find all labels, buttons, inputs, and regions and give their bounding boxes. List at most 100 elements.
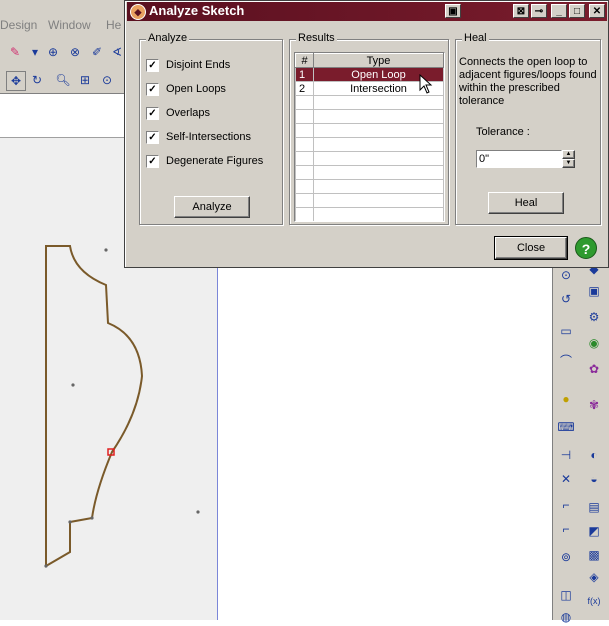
option-label: Degenerate Figures <box>166 155 264 167</box>
table-row-empty <box>295 137 444 152</box>
tolerance-label: Tolerance : <box>476 126 530 138</box>
analyze-sketch-dialog: ◆ Analyze Sketch ▣ ⊠ ⊸ _ □ ✕ Analyze ✓ D… <box>124 0 609 268</box>
sweep-icon[interactable]: ⚙ <box>585 308 603 326</box>
cylinder-icon[interactable]: ◒ <box>585 470 603 488</box>
chamfer-2d-icon[interactable]: ⌐ <box>557 520 575 538</box>
constraint-tool-icon[interactable]: ⊕ <box>44 43 62 61</box>
torus-icon[interactable]: ▩ <box>585 546 603 564</box>
minimize-icon[interactable]: _ <box>551 4 567 18</box>
dimension-tool-icon[interactable]: ⊗ <box>66 43 84 61</box>
checkbox-degenerate-figures[interactable]: ✓ <box>146 155 159 168</box>
polygon-tool-icon[interactable]: ⌒ <box>557 352 575 370</box>
heal-group: Heal Connects the open loop to adjacent … <box>455 32 601 225</box>
point-tool-icon[interactable]: ● <box>557 390 575 408</box>
results-header-row: # Type <box>295 53 444 68</box>
blend-icon[interactable]: ✾ <box>585 396 603 414</box>
restore-icon[interactable]: ▣ <box>445 4 461 18</box>
text-tool-icon[interactable]: ⌨ <box>557 418 575 436</box>
zoom-in-icon[interactable]: 🔍︎ <box>54 71 72 89</box>
right-toolbar: ⊙ ◆ ▣ ↺ ⚙ ▭ ◉ ⌒ ✿ ● ✾ ⌨ ⊣ ◐ ✕ ◒ ⌐ ▤ ⌐ ◩ … <box>552 258 609 624</box>
checkbox-disjoint-ends[interactable]: ✓ <box>146 59 159 72</box>
tolerance-field[interactable]: 0" <box>476 150 562 168</box>
analyze-group-legend: Analyze <box>146 32 190 44</box>
spin-down-icon[interactable]: ▼ <box>562 159 575 168</box>
circle-tool-icon[interactable]: ⊙ <box>557 266 575 284</box>
results-group-legend: Results <box>296 32 337 44</box>
toolbar-top: ✎ ▾ ⊕ ⊗ ✐ ∢ <box>0 38 130 66</box>
table-row-empty <box>295 207 444 221</box>
table-row-empty <box>295 151 444 166</box>
col-num-header[interactable]: # <box>295 53 314 68</box>
checkbox-overlaps[interactable]: ✓ <box>146 107 159 120</box>
sketch-point[interactable] <box>71 383 75 387</box>
col-type-header[interactable]: Type <box>313 53 444 68</box>
loft-icon[interactable]: ◉ <box>585 334 603 352</box>
dialog-titlebar[interactable]: ◆ Analyze Sketch ▣ ⊠ ⊸ _ □ ✕ <box>127 2 607 21</box>
pan-icon[interactable]: ✥ <box>6 71 26 91</box>
table-row-empty <box>295 123 444 138</box>
app-titlebar-strip <box>0 0 130 14</box>
table-row-empty <box>295 95 444 110</box>
option-label: Overlaps <box>166 107 211 119</box>
table-row-empty <box>295 109 444 124</box>
revolve-icon[interactable]: ▣ <box>585 282 603 300</box>
mirror-icon[interactable]: ◫ <box>557 586 575 604</box>
close-button[interactable]: Close <box>494 236 568 260</box>
analyze-group: Analyze ✓ Disjoint Ends ✓ Open Loops ✓ O… <box>139 32 283 225</box>
checkbox-open-loops[interactable]: ✓ <box>146 83 159 96</box>
wedge-icon[interactable]: ◩ <box>585 522 603 540</box>
table-row-empty <box>295 179 444 194</box>
menu-help[interactable]: He <box>106 18 121 32</box>
zoom-window-icon[interactable]: ⊞ <box>76 71 94 89</box>
rotate-icon[interactable]: ↻ <box>28 71 46 89</box>
tolerance-value: 0" <box>479 153 490 165</box>
spin-up-icon[interactable]: ▲ <box>562 150 575 159</box>
sketch-point[interactable] <box>196 510 200 514</box>
table-row-empty <box>295 193 444 208</box>
maximize-icon[interactable]: □ <box>569 4 585 18</box>
pattern-icon[interactable]: ◍ <box>557 608 575 626</box>
mouse-cursor-icon <box>419 74 433 94</box>
trim-icon[interactable]: ✕ <box>557 470 575 488</box>
row-num: 1 <box>295 67 314 82</box>
line-tool-icon[interactable]: ⊣ <box>557 446 575 464</box>
app-icon: ◆ <box>130 4 146 20</box>
function-icon[interactable]: f(x) <box>585 592 603 610</box>
rectangle-tool-icon[interactable]: ▭ <box>557 322 575 340</box>
trim-tool-icon[interactable]: ✐ <box>88 43 106 61</box>
toolbar-view: ✥ ↻ 🔍︎ ⊞ ⊙ <box>0 66 130 94</box>
heal-button[interactable]: Heal <box>488 192 564 214</box>
menu-design[interactable]: Design <box>0 18 37 32</box>
menu-window[interactable]: Window <box>48 18 91 32</box>
sketch-point[interactable] <box>68 520 72 524</box>
fillet-2d-icon[interactable]: ⌐ <box>557 496 575 514</box>
dropdown-arrow-icon[interactable]: ▾ <box>26 43 44 61</box>
sketch-profile[interactable] <box>45 245 144 568</box>
heal-group-legend: Heal <box>462 32 489 44</box>
close-icon[interactable]: ✕ <box>589 4 605 18</box>
sphere-icon[interactable]: ◐ <box>585 446 603 464</box>
cone-icon[interactable]: ◈ <box>585 568 603 586</box>
heal-description: Connects the open loop to adjacent figur… <box>459 56 597 107</box>
offset-icon[interactable]: ⊚ <box>557 548 575 566</box>
analyze-button[interactable]: Analyze <box>174 196 250 218</box>
sketch-point[interactable] <box>104 248 108 252</box>
sketch-point[interactable] <box>44 564 48 568</box>
box-icon[interactable]: ▤ <box>585 498 603 516</box>
option-label: Open Loops <box>166 83 226 95</box>
sketch-tool-icon[interactable]: ✎ <box>6 43 24 61</box>
checkbox-self-intersections[interactable]: ✓ <box>146 131 159 144</box>
arc-tool-icon[interactable]: ↺ <box>557 290 575 308</box>
zoom-all-icon[interactable]: ⊙ <box>98 71 116 89</box>
sketch-point[interactable] <box>90 516 94 520</box>
panel-header <box>0 94 125 138</box>
pin-icon[interactable]: ⊸ <box>531 4 547 18</box>
shell-icon[interactable]: ✿ <box>585 360 603 378</box>
option-label: Self-Intersections <box>166 131 251 143</box>
results-group: Results # Type 1 Open Loop 2 Intersectio… <box>289 32 449 225</box>
row-num: 2 <box>295 81 314 96</box>
help-icon[interactable]: ? <box>575 237 597 259</box>
toggle-icon[interactable]: ⊠ <box>513 4 529 18</box>
table-row-empty <box>295 165 444 180</box>
dialog-title: Analyze Sketch <box>149 3 245 18</box>
